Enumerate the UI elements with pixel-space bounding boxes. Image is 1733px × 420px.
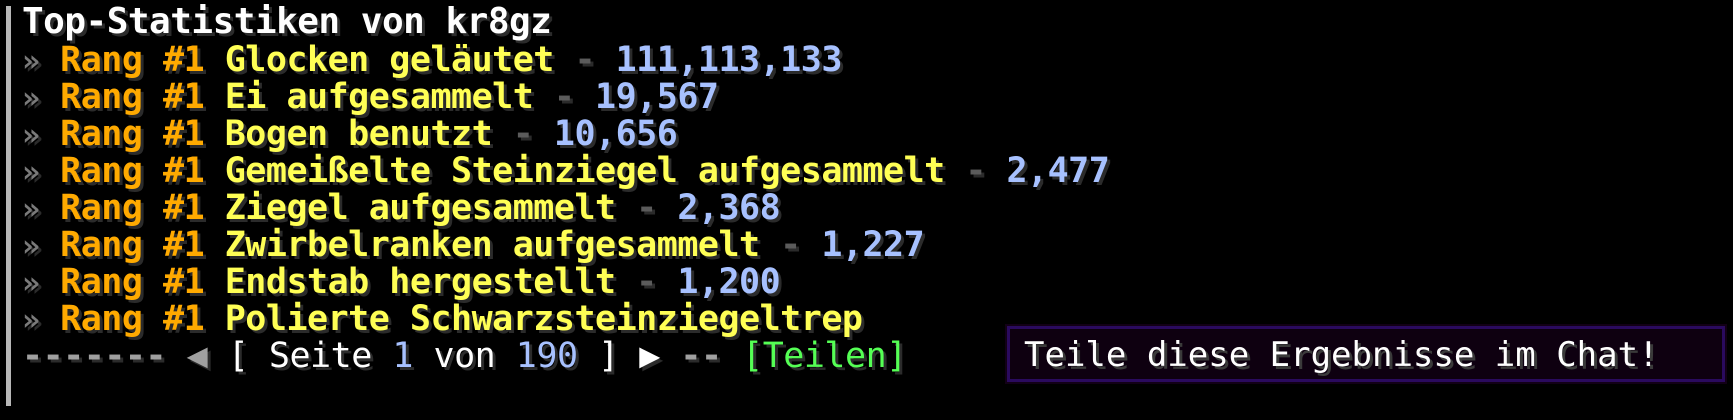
stat-row-2: » Rang #1 Ei aufgesammelt - 19,567 [22,77,719,117]
stat-row-3: » Rang #1 Bogen benutzt - 10,656 [22,114,678,154]
stat-row-1: » Rang #1 Glocken geläutet - 111,113,133 [22,40,842,80]
pager-dashes-left: ------- [22,336,167,376]
bullet-icon: » [22,44,40,79]
stat-row-7: » Rang #1 Endstab hergestellt - 1,200 [22,262,781,302]
separator: - [533,77,596,117]
pager-dashes-right: -- [680,336,722,376]
stat-name: Gemeißelte Steinziegel aufgesammelt [224,151,946,191]
separator: - [944,151,1007,191]
bullet-icon: » [22,229,40,264]
separator: - [553,40,616,80]
total-pages: 190 [515,336,578,376]
pager-bracket-close: ] [598,336,619,376]
stat-row-5: » Rang #1 Ziegel aufgesammelt - 2,368 [22,188,781,228]
of-word: von [433,336,496,376]
stat-name: Bogen benutzt [224,114,493,154]
page-word: Seite [268,336,372,376]
stat-row-6: » Rang #1 Zwirbelranken aufgesammelt - 1… [22,225,925,265]
rank-label: Rang #1 [60,77,205,117]
stat-row-8: » Rang #1 Polierte Schwarzsteinziegeltre… [22,299,863,339]
current-page: 1 [392,336,413,376]
stat-value: 111,113,133 [615,40,843,80]
pager-bracket-open: [ [227,336,249,376]
prev-page-arrow-icon[interactable]: ◀ [187,336,208,376]
stat-name: Glocken geläutet [224,40,555,80]
pagination-row: ------- ◀ [ Seite 1 von 190 ] ▶ -- [Teil… [22,336,907,376]
next-page-arrow-icon[interactable]: ▶ [639,336,660,376]
rank-label: Rang #1 [60,262,205,302]
separator: - [615,262,678,302]
chat-panel: Top-Statistiken von kr8gz » Rang #1 Gloc… [0,0,1733,420]
stat-value: 2,477 [1006,151,1110,191]
stat-name: Zwirbelranken aufgesammelt [224,225,760,265]
stat-name: Endstab hergestellt [224,262,616,302]
separator: - [759,225,822,265]
stat-name: Ziegel aufgesammelt [224,188,616,228]
bullet-icon: » [22,266,40,301]
separator: - [615,188,678,228]
stats-title: Top-Statistiken von kr8gz [22,1,552,42]
stat-value: 10,656 [553,114,678,154]
stat-value: 1,200 [677,262,781,302]
stat-row-4: » Rang #1 Gemeißelte Steinziegel aufgesa… [22,151,1110,191]
rank-label: Rang #1 [60,299,205,339]
rank-label: Rang #1 [60,225,205,265]
stat-name: Polierte Schwarzsteinziegeltrep [224,299,863,339]
rank-label: Rang #1 [60,114,205,154]
share-button[interactable]: [Teilen] [742,336,907,376]
share-tooltip: Teile diese Ergebnisse im Chat! [1005,324,1727,384]
bullet-icon: » [22,81,40,116]
rank-label: Rang #1 [60,40,205,80]
bullet-icon: » [22,155,40,190]
bullet-icon: » [22,192,40,227]
separator: - [492,114,554,154]
rank-label: Rang #1 [60,188,205,228]
bullet-icon: » [22,118,40,153]
stat-value: 1,227 [821,225,925,265]
tooltip-text: Teile diese Ergebnisse im Chat! [1024,335,1659,375]
bullet-icon: » [22,303,40,338]
stat-value: 2,368 [677,188,781,228]
rank-label: Rang #1 [60,151,205,191]
chat-scroll-bar [6,6,11,406]
stat-name: Ei aufgesammelt [224,77,534,117]
stat-value: 19,567 [595,77,719,117]
